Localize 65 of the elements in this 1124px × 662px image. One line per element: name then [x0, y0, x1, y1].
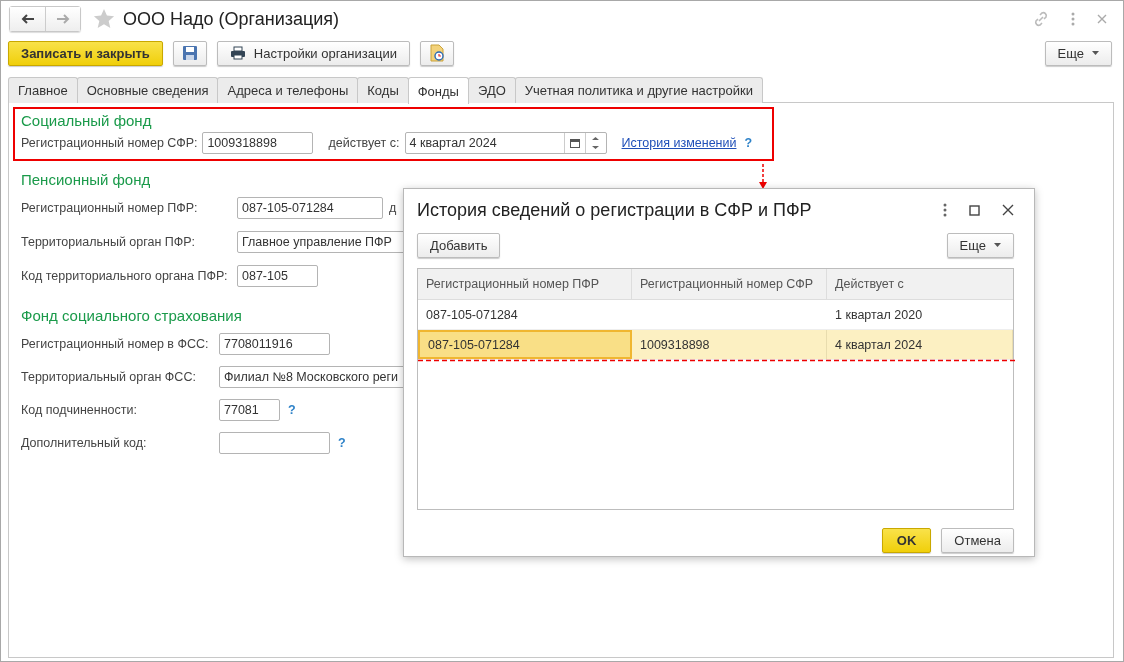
help-mark[interactable]: ? [288, 402, 296, 417]
text-field[interactable]: 77081 [219, 398, 280, 421]
section-heading: Пенсионный фонд [21, 171, 151, 188]
table-cell-text: 1 квартал 2020 [834, 306, 924, 324]
field-label: Дополнительный код: [21, 435, 148, 450]
tab[interactable]: ЭДО [467, 77, 516, 103]
more-button[interactable]: Еще [946, 232, 1014, 258]
ok-button[interactable]: OK [881, 528, 932, 553]
tab[interactable]: Главное [8, 77, 78, 103]
maximize-icon[interactable] [969, 204, 980, 216]
text-field[interactable]: 087-105 [237, 265, 318, 287]
more-button[interactable]: Еще [1044, 40, 1112, 66]
organization-settings-button[interactable]: Настройки организации [216, 40, 410, 66]
caret-icon [994, 243, 1001, 247]
close-icon[interactable] [1002, 204, 1014, 216]
tab[interactable]: Коды [357, 77, 409, 103]
field-label: Регистрационный номер ПФР: [21, 201, 199, 215]
save-button[interactable] [172, 40, 207, 66]
up-down-arrows-icon[interactable] [592, 134, 600, 152]
field-label: Код территориального органа ПФР: [21, 269, 229, 283]
table-cell: 1009318898 [632, 330, 827, 359]
field-label: д [389, 201, 397, 215]
tab[interactable]: Фонды [407, 77, 469, 104]
table-cell: 087-105-071284 [418, 330, 632, 359]
forward-arrow-icon [56, 14, 70, 24]
caret-icon [1092, 51, 1099, 55]
field-label: Код подчиненности: [21, 402, 138, 417]
save-and-close-button[interactable]: Записать и закрыть [8, 40, 163, 66]
field-label: Регистрационный номер СФР: [21, 136, 198, 150]
text-field[interactable]: 1009318898 [202, 132, 314, 154]
column-header[interactable]: Регистрационный номер ПФР [418, 269, 632, 299]
more-vertical-icon[interactable] [943, 203, 947, 217]
history-link[interactable]: История изменений [621, 136, 737, 150]
star-icon[interactable] [93, 8, 115, 30]
help-mark[interactable]: ? [338, 435, 346, 450]
tab[interactable]: Основные сведения [76, 77, 219, 103]
table-cell: 4 квартал 2024 [827, 330, 1013, 359]
table-row[interactable]: 087-105-071284 1009318898 4 квартал 2024 [418, 330, 1013, 360]
tab[interactable]: Адреса и телефоны [217, 77, 359, 103]
back-button[interactable] [10, 7, 45, 31]
field-label: действует с: [328, 136, 400, 150]
text-field[interactable] [219, 431, 330, 454]
help-mark[interactable]: ? [744, 136, 753, 150]
field-label: Территориальный орган ПФР: [21, 235, 196, 249]
window-title: ООО Надо (Организация) [123, 8, 340, 30]
printer-icon [229, 46, 246, 60]
section-heading: Социальный фонд [21, 112, 152, 129]
table-cell-text: 087-105-071284 [425, 306, 519, 324]
text-field[interactable]: 087-105-071284 [237, 197, 383, 219]
report-button[interactable] [419, 40, 454, 66]
column-header[interactable]: Действует с [827, 269, 1013, 299]
dialog-title: История сведений о регистрации в СФР и ПФР [417, 199, 812, 221]
cancel-button[interactable]: Отмена [941, 528, 1014, 553]
add-button[interactable]: Добавить [417, 232, 501, 258]
dashed-arrow [758, 164, 768, 190]
period-field[interactable]: 4 квартал 2024 [404, 132, 607, 154]
back-arrow-icon [20, 14, 35, 24]
tab[interactable]: Учетная политика и другие настройки [514, 77, 763, 103]
section-heading: Фонд социального страхования [21, 307, 242, 324]
document-clock-icon [428, 44, 445, 62]
column-header[interactable]: Регистрационный номер СФР [632, 269, 827, 299]
text-field[interactable]: 7708011916 [219, 332, 330, 355]
calendar-icon[interactable] [569, 138, 580, 148]
field-label: Территориальный орган ФСС: [21, 369, 197, 384]
field-label: Регистрационный номер в ФСС: [21, 336, 210, 351]
